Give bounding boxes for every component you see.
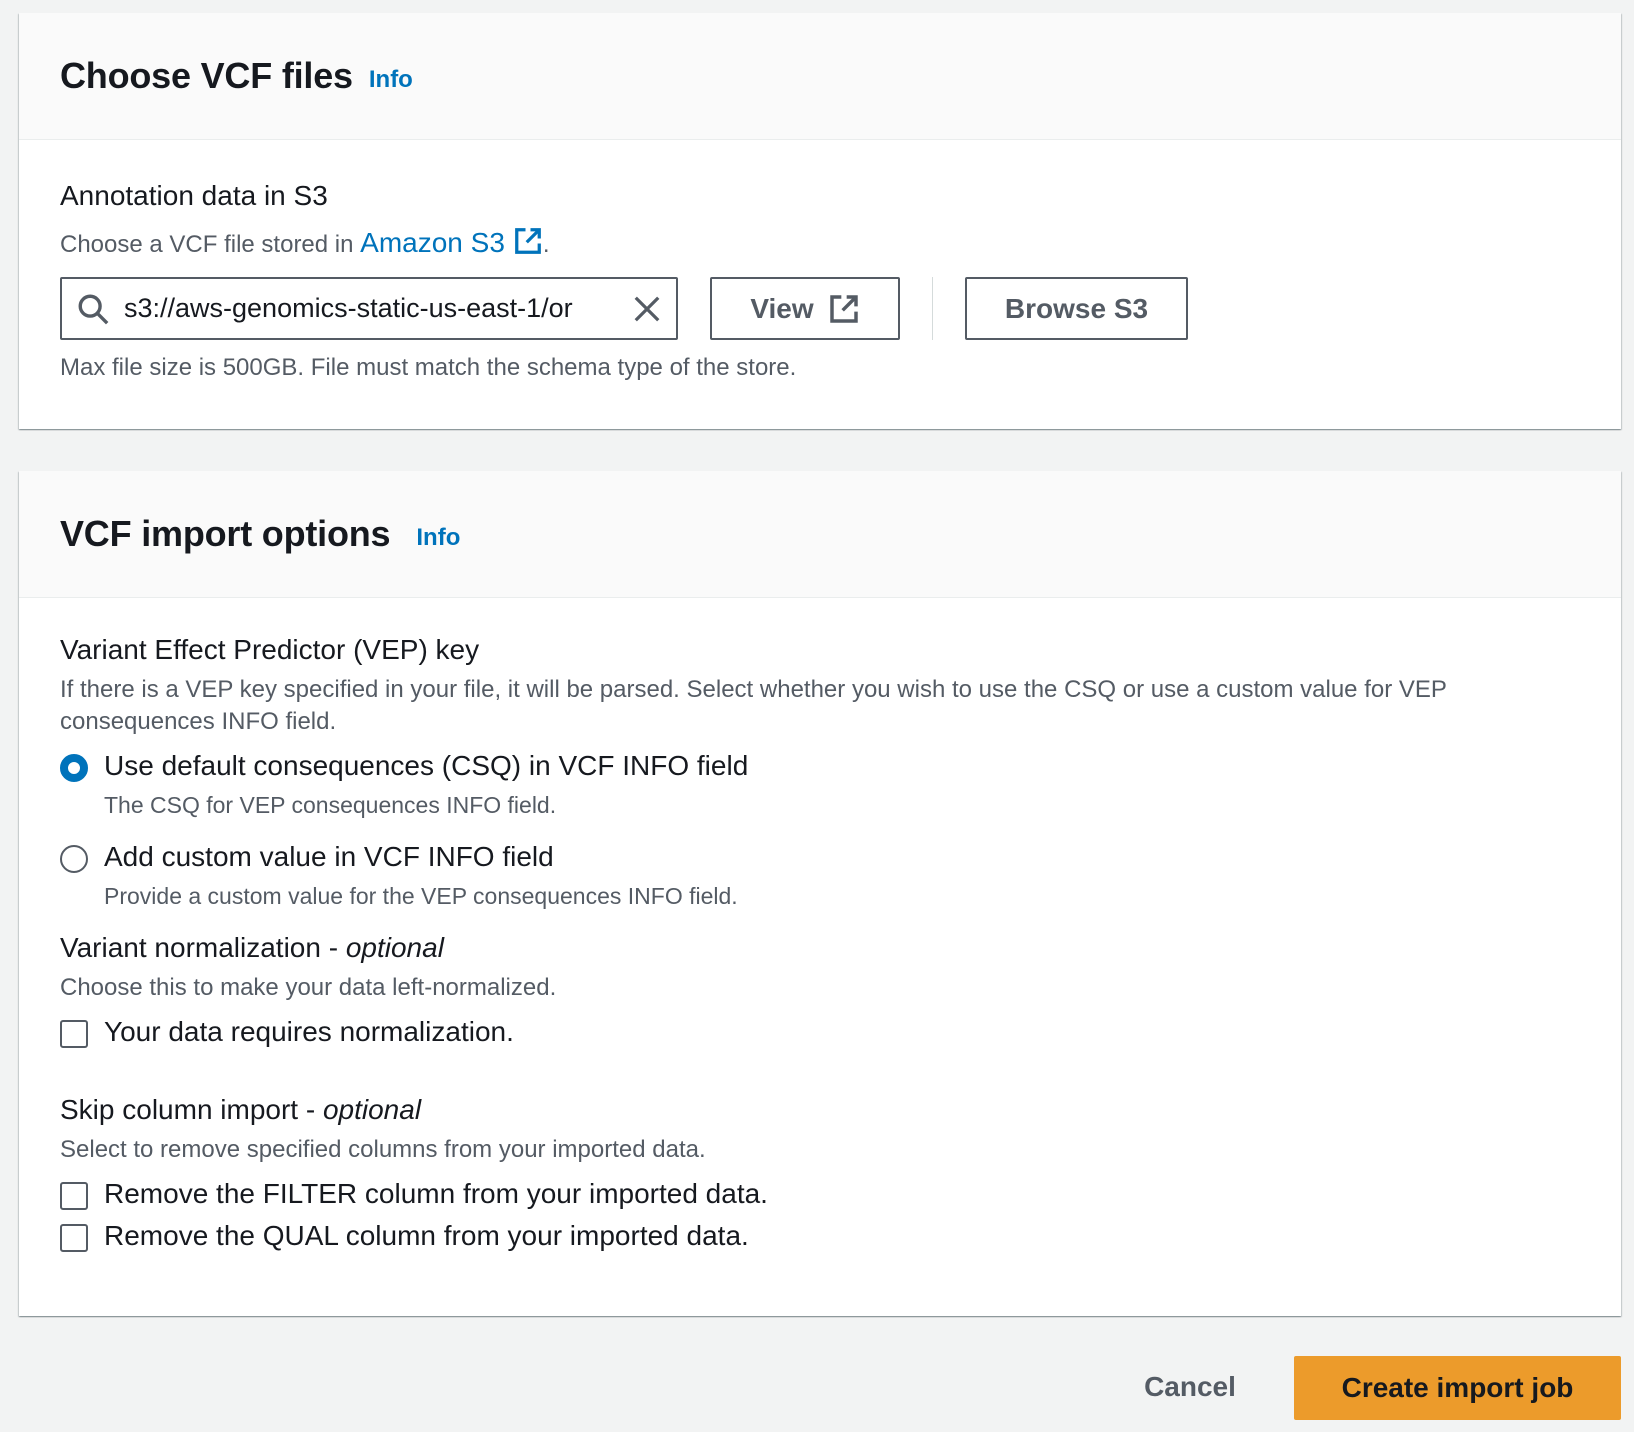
vep-key-label: Variant Effect Predictor (VEP) key [60,634,480,665]
skip-column-import-label: Skip column import - optional [60,1094,1580,1126]
view-button[interactable]: View [710,277,900,340]
qual-checkbox-row[interactable]: Remove the QUAL column from your importe… [60,1220,1580,1252]
annotation-data-label: Annotation data in S3 [60,180,328,211]
variant-normalization-label: Variant normalization - optional [60,932,1580,964]
panel-body: Variant Effect Predictor (VEP) key If th… [19,598,1621,1252]
description-prefix: Choose a VCF file stored in [60,231,361,258]
qual-column-checkbox[interactable] [60,1224,88,1252]
variant-normalization-description: Choose this to make your data left-norma… [60,974,557,1001]
radio-button-unselected[interactable] [60,845,88,873]
create-import-job-button[interactable]: Create import job [1294,1356,1621,1420]
panel-header: Choose VCF files Info [19,13,1621,140]
info-link[interactable]: Info [416,524,460,552]
s3-uri-input[interactable] [124,293,632,324]
radio-option-default-csq[interactable]: Use default consequences (CSQ) in VCF IN… [60,750,1580,819]
button-divider [932,277,933,340]
panel-body: Annotation data in S3 Choose a VCF file … [19,140,1621,382]
normalization-checkbox[interactable] [60,1020,88,1048]
cancel-button[interactable]: Cancel [1115,1356,1265,1418]
skip-column-import-label-text: Skip column import - [60,1094,323,1125]
amazon-s3-link-text: Amazon S3 [360,227,505,258]
radio-option-custom-value[interactable]: Add custom value in VCF INFO field Provi… [60,841,1580,910]
description-suffix: . [542,231,550,258]
radio-option-label: Add custom value in VCF INFO field [104,841,554,872]
s3-uri-search-box[interactable] [60,277,678,340]
radio-option-description: Provide a custom value for the VEP conse… [104,883,738,909]
search-icon [76,292,110,326]
radio-option-text: Use default consequences (CSQ) in VCF IN… [104,750,748,819]
optional-tag: optional [322,1094,422,1125]
info-link[interactable]: Info [369,66,413,94]
file-constraint-text: Max file size is 500GB. File must match … [60,354,797,381]
vep-key-section: Variant Effect Predictor (VEP) key If th… [60,634,1580,910]
browse-s3-button[interactable]: Browse S3 [965,277,1188,340]
variant-normalization-section: Variant normalization - optional Choose … [60,932,1580,1048]
choose-vcf-files-panel: Choose VCF files Info Annotation data in… [19,13,1621,429]
normalization-checkbox-label: Your data requires normalization. [104,1016,514,1047]
vep-key-description: If there is a VEP key specified in your … [60,676,1447,735]
filter-checkbox-row[interactable]: Remove the FILTER column from your impor… [60,1178,1580,1210]
filter-column-checkbox[interactable] [60,1182,88,1210]
view-button-label: View [750,292,814,324]
panel-title: Choose VCF files [60,55,353,96]
annotation-data-description: Choose a VCF file stored in Amazon S3. [60,226,1580,259]
radio-option-text: Add custom value in VCF INFO field Provi… [104,841,738,910]
external-link-icon [828,293,860,325]
vcf-import-options-panel: VCF import options Info Variant Effect P… [19,471,1621,1316]
panel-title: VCF import options [60,513,391,554]
panel-header: VCF import options Info [19,471,1621,598]
variant-normalization-label-text: Variant normalization - [60,932,346,963]
external-link-icon [513,226,543,256]
radio-button-selected[interactable] [60,754,88,782]
radio-option-description: The CSQ for VEP consequences INFO field. [104,792,557,818]
normalization-checkbox-row[interactable]: Your data requires normalization. [60,1016,1580,1048]
radio-option-label: Use default consequences (CSQ) in VCF IN… [104,750,749,781]
amazon-s3-link[interactable]: Amazon S3 [360,227,543,258]
skip-column-import-description: Select to remove specified columns from … [60,1136,706,1163]
clear-icon[interactable] [632,294,662,324]
qual-column-checkbox-label: Remove the QUAL column from your importe… [104,1220,749,1251]
s3-uri-row: View Browse S3 [60,277,1580,340]
filter-column-checkbox-label: Remove the FILTER column from your impor… [104,1178,768,1209]
optional-tag: optional [345,932,444,963]
skip-column-import-section: Skip column import - optional Select to … [60,1094,1580,1252]
